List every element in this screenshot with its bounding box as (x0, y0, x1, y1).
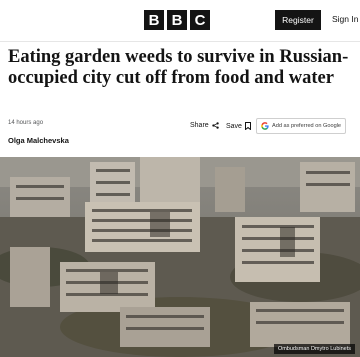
google-button-label: Add as preferred on Google (272, 123, 342, 129)
signin-link[interactable]: Sign In (332, 14, 358, 24)
save-button[interactable]: Save (226, 122, 251, 130)
google-icon (261, 122, 269, 130)
article-headline: Eating garden weeds to survive in Russia… (8, 47, 349, 88)
masthead: B B C Register Sign In (0, 0, 360, 40)
article-author: Olga Malchevska (8, 136, 69, 145)
share-icon (211, 122, 219, 129)
save-label: Save (226, 122, 242, 130)
image-caption: Ombudsman Dmytro Lubinets (273, 344, 355, 354)
register-button[interactable]: Register (275, 10, 321, 30)
logo-letter-b1: B (144, 10, 164, 30)
bookmark-icon (244, 122, 251, 130)
aerial-city-photo (0, 157, 360, 357)
hero-image: Ombudsman Dmytro Lubinets (0, 157, 360, 357)
share-label: Share (190, 122, 209, 129)
logo-letter-b2: B (167, 10, 187, 30)
add-preferred-google-button[interactable]: Add as preferred on Google (256, 118, 346, 134)
logo-letter-c: C (190, 10, 210, 30)
article-timestamp: 14 hours ago (8, 120, 44, 126)
bbc-logo[interactable]: B B C (144, 10, 210, 30)
share-button[interactable]: Share (190, 122, 219, 129)
header-divider (0, 41, 360, 42)
